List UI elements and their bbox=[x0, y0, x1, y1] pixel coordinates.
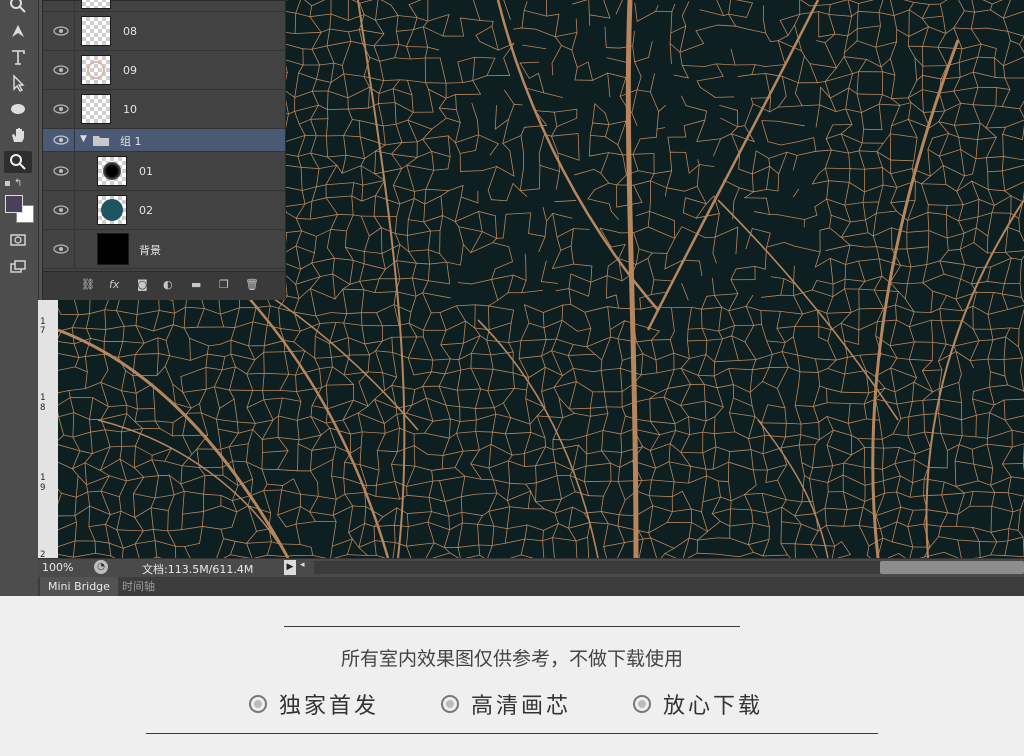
zoom-level[interactable]: 100% bbox=[42, 561, 73, 574]
zoom-preview-icon[interactable]: ◔ bbox=[94, 560, 108, 574]
layer-thumbnail bbox=[81, 0, 111, 9]
ring-bullet-icon bbox=[441, 695, 459, 713]
feature-label: 放心下载 bbox=[663, 694, 764, 719]
ruler-tick: 9 bbox=[40, 483, 46, 493]
ruler-tick: 7 bbox=[40, 326, 46, 336]
layer-thumbnail bbox=[81, 16, 111, 46]
layer-row[interactable]: 02 bbox=[43, 191, 285, 230]
horizontal-scrollbar[interactable] bbox=[314, 561, 884, 574]
type-icon[interactable] bbox=[4, 46, 32, 68]
visibility-eye-icon[interactable] bbox=[53, 166, 69, 176]
layer-thumbnail bbox=[97, 195, 127, 225]
ruler-tick: 1 bbox=[40, 393, 46, 403]
link-icon[interactable]: ⛓ bbox=[81, 278, 95, 291]
scroll-left-icon[interactable]: ◂ bbox=[300, 560, 305, 570]
tab-mini-bridge[interactable]: Mini Bridge bbox=[40, 577, 118, 596]
layers-footer: ⛓ fx ◙ ◐ ▬ ❐ 🗑 bbox=[43, 271, 285, 300]
divider bbox=[284, 626, 740, 627]
photoshop-window: ▪ ↰ 1 7 1 8 1 9 2 08 09 10 ▼ 组 1 01 02 背… bbox=[0, 0, 1024, 596]
group-expand-triangle-icon[interactable]: ▼ bbox=[80, 134, 87, 144]
foreground-color-swatch[interactable] bbox=[5, 195, 23, 213]
fx-icon[interactable]: fx bbox=[109, 278, 119, 291]
status-bar: 100% ◔ 文档:113.5M/611.4M ▶ ◂ bbox=[38, 558, 1024, 577]
hand-icon[interactable] bbox=[4, 124, 32, 146]
feature-label: 高清画芯 bbox=[471, 694, 572, 719]
layer-name: 背景 bbox=[139, 244, 161, 257]
scrollbar-thumb[interactable] bbox=[880, 561, 1024, 574]
bottom-panel-tabs: Mini Bridge 时间轴 bbox=[38, 577, 1024, 596]
ring-bullet-icon bbox=[249, 695, 267, 713]
folder-icon[interactable]: ▬ bbox=[191, 278, 201, 291]
divider bbox=[146, 733, 878, 734]
layer-group-row[interactable]: ▼ 组 1 bbox=[43, 129, 285, 152]
folder-icon bbox=[93, 136, 109, 146]
caption-area bbox=[0, 596, 1024, 756]
layer-name: 02 bbox=[139, 204, 153, 217]
screen-mode-icon[interactable] bbox=[4, 256, 32, 278]
adjustment-icon[interactable]: ◐ bbox=[163, 278, 173, 291]
layer-name: 10 bbox=[123, 103, 137, 116]
status-menu-arrow-icon[interactable]: ▶ bbox=[284, 560, 296, 575]
ruler-tick: 1 bbox=[40, 473, 46, 483]
feature-item: 高清画芯 bbox=[441, 688, 571, 720]
trash-icon[interactable]: 🗑 bbox=[245, 278, 259, 291]
visibility-eye-icon[interactable] bbox=[53, 65, 69, 75]
layer-row[interactable]: 09 bbox=[43, 51, 285, 90]
document-info: 文档:113.5M/611.4M bbox=[142, 563, 254, 576]
mask-icon[interactable]: ◙ bbox=[137, 278, 148, 291]
layer-name: 01 bbox=[139, 165, 153, 178]
visibility-eye-icon[interactable] bbox=[53, 205, 69, 215]
zoom-icon[interactable] bbox=[4, 0, 32, 16]
swap-colors-icon[interactable]: ▪ ↰ bbox=[4, 178, 32, 190]
layer-thumbnail bbox=[81, 55, 111, 85]
zoom-active-icon[interactable] bbox=[4, 151, 32, 173]
feature-item: 独家首发 bbox=[249, 688, 379, 720]
feature-label: 独家首发 bbox=[279, 694, 380, 719]
quick-mask-icon[interactable] bbox=[4, 229, 32, 251]
layer-row[interactable] bbox=[43, 0, 285, 12]
visibility-eye-icon[interactable] bbox=[53, 26, 69, 36]
visibility-eye-icon[interactable] bbox=[53, 244, 69, 254]
tools-panel: ▪ ↰ bbox=[0, 0, 39, 596]
layers-panel: 08 09 10 ▼ 组 1 01 02 背景 ⛓ fx ◙ ◐ ▬ ❐ 🗑 bbox=[42, 0, 286, 300]
layer-row[interactable]: 背景 bbox=[43, 230, 285, 269]
feature-item: 放心下载 bbox=[633, 688, 763, 720]
pen-icon[interactable] bbox=[4, 20, 32, 42]
layer-thumbnail bbox=[97, 156, 127, 186]
visibility-eye-icon[interactable] bbox=[53, 135, 69, 145]
ruler-tick: 8 bbox=[40, 403, 46, 413]
layer-name: 09 bbox=[123, 64, 137, 77]
path-select-icon[interactable] bbox=[4, 72, 32, 94]
layer-group-name: 组 1 bbox=[120, 135, 142, 148]
layer-thumbnail bbox=[81, 94, 111, 124]
vertical-ruler: 1 7 1 8 1 9 2 bbox=[38, 300, 59, 560]
tab-timeline[interactable]: 时间轴 bbox=[114, 577, 163, 596]
disclaimer-text: 所有室内效果图仅供参考，不做下载使用 bbox=[340, 648, 683, 670]
visibility-eye-icon[interactable] bbox=[53, 104, 69, 114]
new-layer-icon[interactable]: ❐ bbox=[219, 278, 229, 291]
layer-thumbnail bbox=[97, 233, 129, 265]
ring-bullet-icon bbox=[633, 695, 651, 713]
layer-name: 08 bbox=[123, 25, 137, 38]
ellipse-icon[interactable] bbox=[4, 98, 32, 120]
layer-row[interactable]: 10 bbox=[43, 90, 285, 129]
layer-row[interactable]: 08 bbox=[43, 12, 285, 51]
layer-row[interactable]: 01 bbox=[43, 152, 285, 191]
